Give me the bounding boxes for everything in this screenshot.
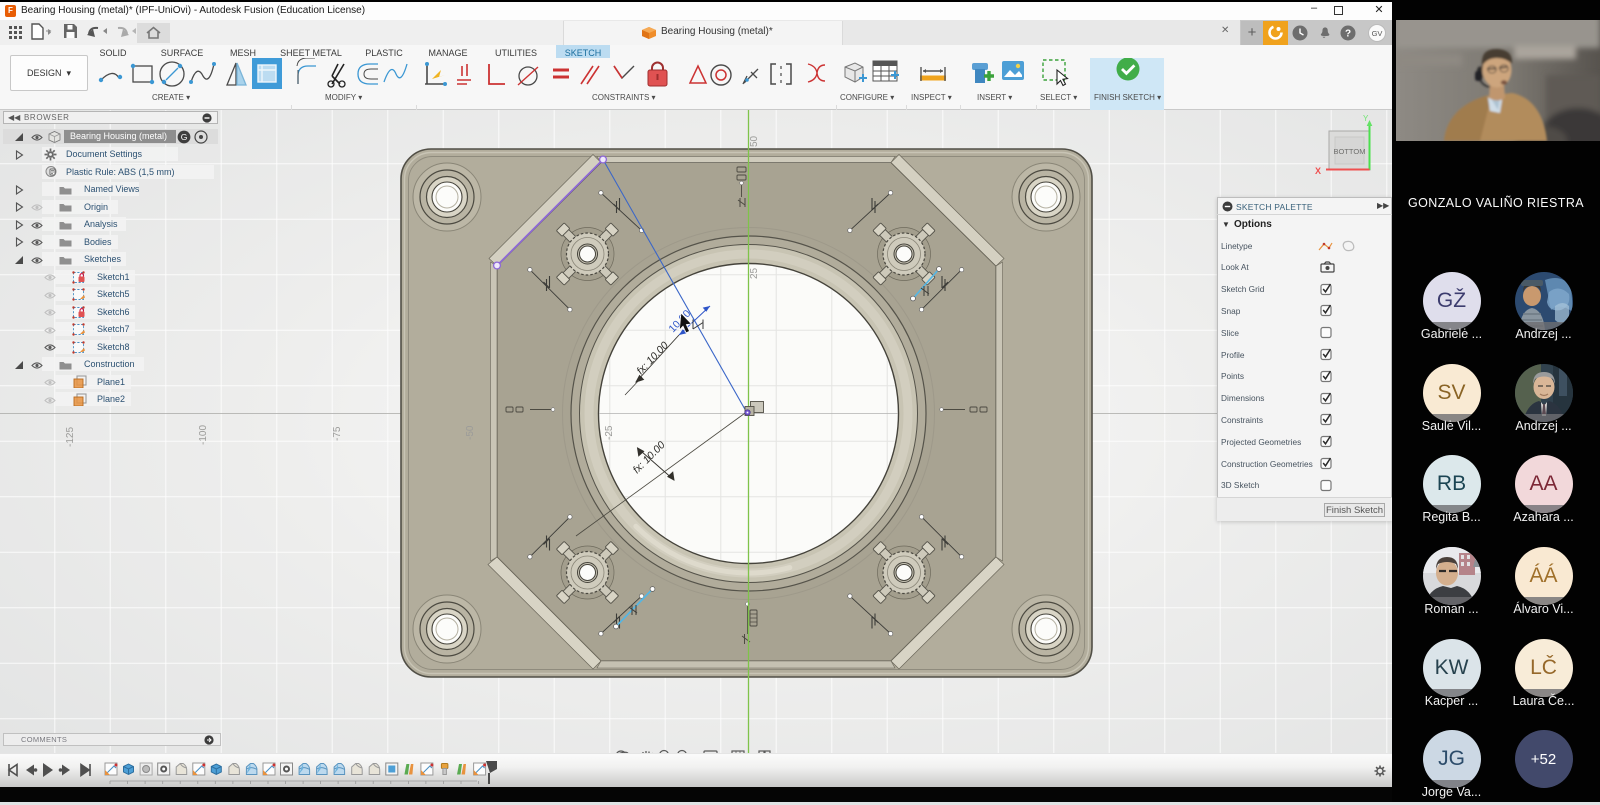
- svg-text:X: X: [1315, 166, 1321, 176]
- svg-text:G: G: [181, 132, 188, 142]
- svg-text:Y: Y: [1363, 114, 1369, 123]
- svg-text:BOTTOM: BOTTOM: [1334, 147, 1366, 156]
- svg-text:-25: -25: [604, 425, 615, 440]
- svg-text:-50: -50: [465, 425, 476, 440]
- svg-text:-125: -125: [65, 427, 76, 447]
- svg-text:-100: -100: [198, 425, 209, 445]
- svg-text:-75: -75: [332, 426, 343, 441]
- svg-text:50: 50: [749, 135, 760, 147]
- svg-text:25: 25: [749, 267, 760, 279]
